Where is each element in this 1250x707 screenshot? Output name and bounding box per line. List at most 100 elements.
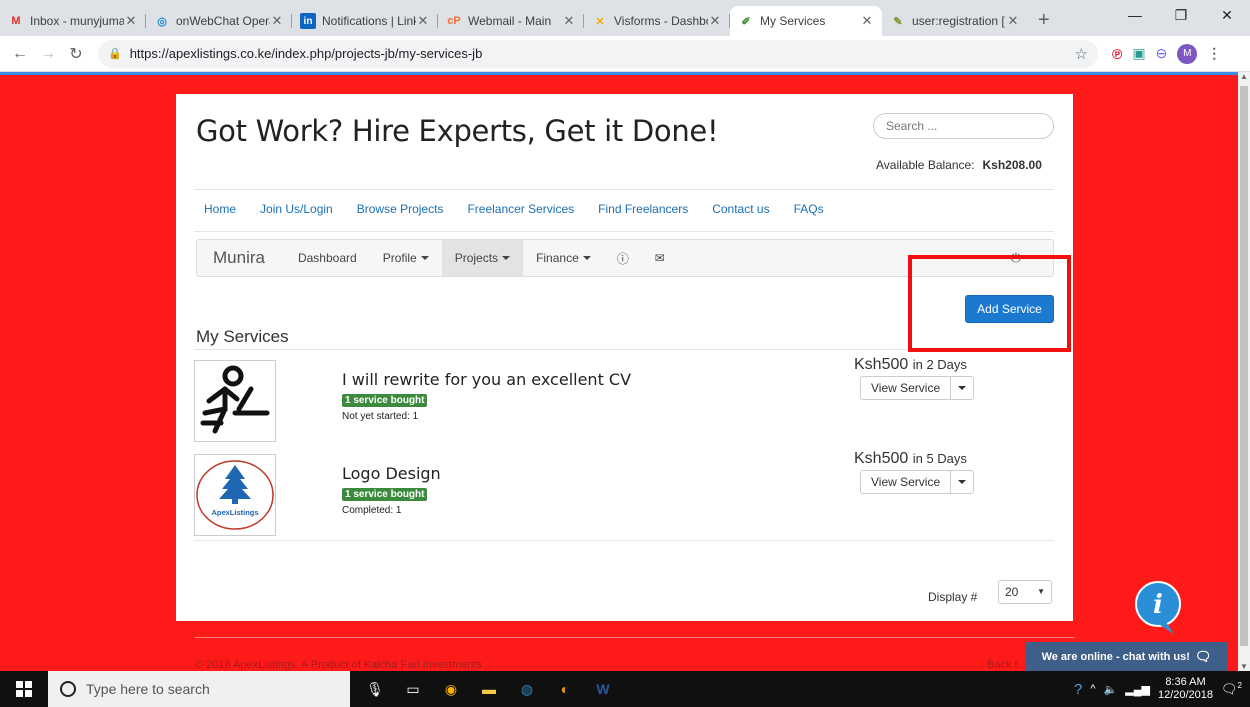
- close-tab-icon[interactable]: ✕: [124, 13, 138, 29]
- service-price: Ksh500 in 5 Days: [854, 450, 967, 468]
- menu-kebab-icon[interactable]: ⋮: [1207, 45, 1221, 62]
- chrome-icon[interactable]: ◉: [432, 671, 470, 707]
- browser-tab-my-services[interactable]: ✐ My Services ✕: [730, 6, 882, 36]
- pinterest-icon[interactable]: ℗: [1112, 46, 1122, 62]
- user-nav-finance[interactable]: Finance: [523, 240, 604, 276]
- service-title[interactable]: Logo Design: [342, 464, 441, 483]
- display-count-select[interactable]: 20 ▼: [998, 580, 1052, 604]
- new-tab-button[interactable]: +: [1028, 6, 1060, 36]
- info-chat-icon[interactable]: i: [1130, 580, 1186, 634]
- page-viewport: Got Work? Hire Experts, Get it Done! Ava…: [0, 72, 1250, 671]
- scroll-down-icon[interactable]: ▼: [1238, 662, 1250, 671]
- address-bar[interactable]: 🔒 https://apexlistings.co.ke/index.php/p…: [98, 39, 1098, 68]
- main-nav: Home Join Us/Login Browse Projects Freel…: [204, 202, 824, 216]
- tab-title: My Services: [760, 14, 826, 28]
- user-nav-dashboard[interactable]: Dashboard: [285, 240, 370, 276]
- browser-tab-user-registration[interactable]: ✎ user:registration [ ✕: [882, 6, 1028, 36]
- browser-globe-icon[interactable]: ◍: [508, 671, 546, 707]
- bookmark-star-icon[interactable]: ☆: [1075, 45, 1088, 63]
- view-service-dropdown-toggle[interactable]: [951, 471, 973, 493]
- opera-vpn-icon[interactable]: ◐: [546, 671, 584, 707]
- nav-browse-projects[interactable]: Browse Projects: [357, 202, 444, 216]
- page-scrollbar[interactable]: ▲ ▼: [1238, 72, 1250, 671]
- extension-ring-icon[interactable]: ⊖: [1156, 45, 1168, 62]
- price-value: Ksh500: [854, 356, 909, 373]
- close-tab-icon[interactable]: ✕: [416, 13, 430, 29]
- live-chat-bar[interactable]: We are online - chat with us! 🗨: [1025, 642, 1228, 671]
- browser-tab-onwebchat[interactable]: ◎ onWebChat Opera ✕: [146, 6, 292, 36]
- close-tab-icon[interactable]: ✕: [860, 13, 874, 29]
- nav-freelancer-services[interactable]: Freelancer Services: [467, 202, 574, 216]
- service-thumbnail[interactable]: ApexListings: [194, 454, 276, 536]
- close-tab-icon[interactable]: ✕: [562, 13, 576, 29]
- help-icon[interactable]: ?: [1074, 681, 1082, 698]
- joomla-icon: ✕: [595, 15, 605, 28]
- windows-logo-icon: [16, 681, 32, 697]
- bought-badge: 1 service bought: [342, 488, 428, 501]
- service-thumbnail[interactable]: [194, 360, 276, 442]
- reload-icon[interactable]: ↻: [62, 44, 90, 64]
- volume-icon[interactable]: 🔈: [1104, 683, 1118, 696]
- envelope-icon[interactable]: ✉: [642, 240, 678, 276]
- profile-avatar[interactable]: M: [1177, 43, 1198, 64]
- nav-join-login[interactable]: Join Us/Login: [260, 202, 333, 216]
- user-nav-projects[interactable]: Projects: [441, 240, 524, 276]
- service-item: I will rewrite for you an excellent CV 1…: [194, 350, 1054, 444]
- user-nav-profile[interactable]: Profile: [370, 240, 442, 276]
- alert-icon[interactable]: ⓘ: [604, 240, 642, 276]
- tray-expand-icon[interactable]: ^: [1090, 683, 1095, 695]
- nav-contact-us[interactable]: Contact us: [712, 202, 769, 216]
- browser-tab-visforms[interactable]: ✕ Visforms - Dashbo ✕: [584, 6, 730, 36]
- caret-down-icon: [582, 256, 591, 260]
- nav-faqs[interactable]: FAQs: [794, 202, 824, 216]
- apexlistings-logo-icon: ApexListings: [196, 460, 274, 530]
- scrollbar-thumb[interactable]: [1240, 86, 1248, 646]
- notif-count: 2: [1237, 680, 1242, 690]
- svg-text:i: i: [1153, 590, 1163, 620]
- bought-badge: 1 service bought: [342, 394, 428, 407]
- forward-arrow-icon[interactable]: →: [34, 45, 62, 63]
- file-explorer-icon[interactable]: ▬: [470, 671, 508, 707]
- user-nav-label: Finance: [536, 251, 579, 265]
- price-duration: in 5 Days: [912, 451, 967, 466]
- close-tab-icon[interactable]: ✕: [708, 13, 722, 29]
- word-icon[interactable]: W: [584, 671, 622, 707]
- windows-start-button[interactable]: [0, 681, 48, 697]
- browser-tab-gmail[interactable]: M Inbox - munyjuma ✕: [0, 6, 146, 36]
- search-input[interactable]: [873, 113, 1054, 139]
- restore-icon[interactable]: ❐: [1158, 0, 1204, 30]
- site-title: Got Work? Hire Experts, Get it Done!: [196, 114, 719, 148]
- signal-icon[interactable]: ▂▄▆: [1125, 683, 1150, 696]
- linkedin-icon: in: [300, 13, 316, 29]
- footer-copyright: © 2018 ApexListings. A Product of Kalcha…: [195, 659, 482, 671]
- nav-find-freelancers[interactable]: Find Freelancers: [598, 202, 688, 216]
- notifications-icon[interactable]: 🗨2: [1221, 681, 1242, 697]
- browser-tab-strip: M Inbox - munyjuma ✕ ◎ onWebChat Opera ✕…: [0, 0, 1250, 36]
- scroll-up-icon[interactable]: ▲: [1238, 72, 1250, 81]
- browser-tab-webmail[interactable]: cP Webmail - Main ✕: [438, 6, 584, 36]
- leaf-icon: ✐: [741, 15, 751, 28]
- view-service-button[interactable]: View Service: [861, 377, 952, 399]
- minimize-icon[interactable]: —: [1112, 0, 1158, 30]
- back-to-top-link[interactable]: Back t: [987, 659, 1018, 671]
- user-brand[interactable]: Munira: [197, 240, 285, 276]
- system-clock[interactable]: 8:36 AM 12/20/2018: [1158, 676, 1213, 702]
- service-title[interactable]: I will rewrite for you an excellent CV: [342, 370, 631, 389]
- taskbar-search[interactable]: Type here to search: [48, 671, 350, 707]
- view-service-dropdown-toggle[interactable]: [951, 377, 973, 399]
- extension-bar: ℗ ▣ ⊖ M ⋮: [1112, 43, 1221, 64]
- price-value: Ksh500: [854, 450, 909, 467]
- microphone-icon[interactable]: 🎙: [356, 671, 394, 707]
- task-view-icon[interactable]: ▭: [394, 671, 432, 707]
- content-card: Got Work? Hire Experts, Get it Done! Ava…: [176, 94, 1073, 621]
- back-arrow-icon[interactable]: ←: [6, 45, 34, 63]
- browser-tab-linkedin[interactable]: in Notifications | Link ✕: [292, 6, 438, 36]
- cast-extension-icon[interactable]: ▣: [1132, 45, 1145, 62]
- close-tab-icon[interactable]: ✕: [270, 13, 284, 29]
- nav-home[interactable]: Home: [204, 202, 236, 216]
- service-status: Not yet started: 1: [342, 411, 419, 422]
- caret-down-icon: [958, 386, 967, 390]
- close-tab-icon[interactable]: ✕: [1006, 13, 1020, 29]
- close-window-icon[interactable]: ✕: [1204, 0, 1250, 30]
- view-service-button[interactable]: View Service: [861, 471, 952, 493]
